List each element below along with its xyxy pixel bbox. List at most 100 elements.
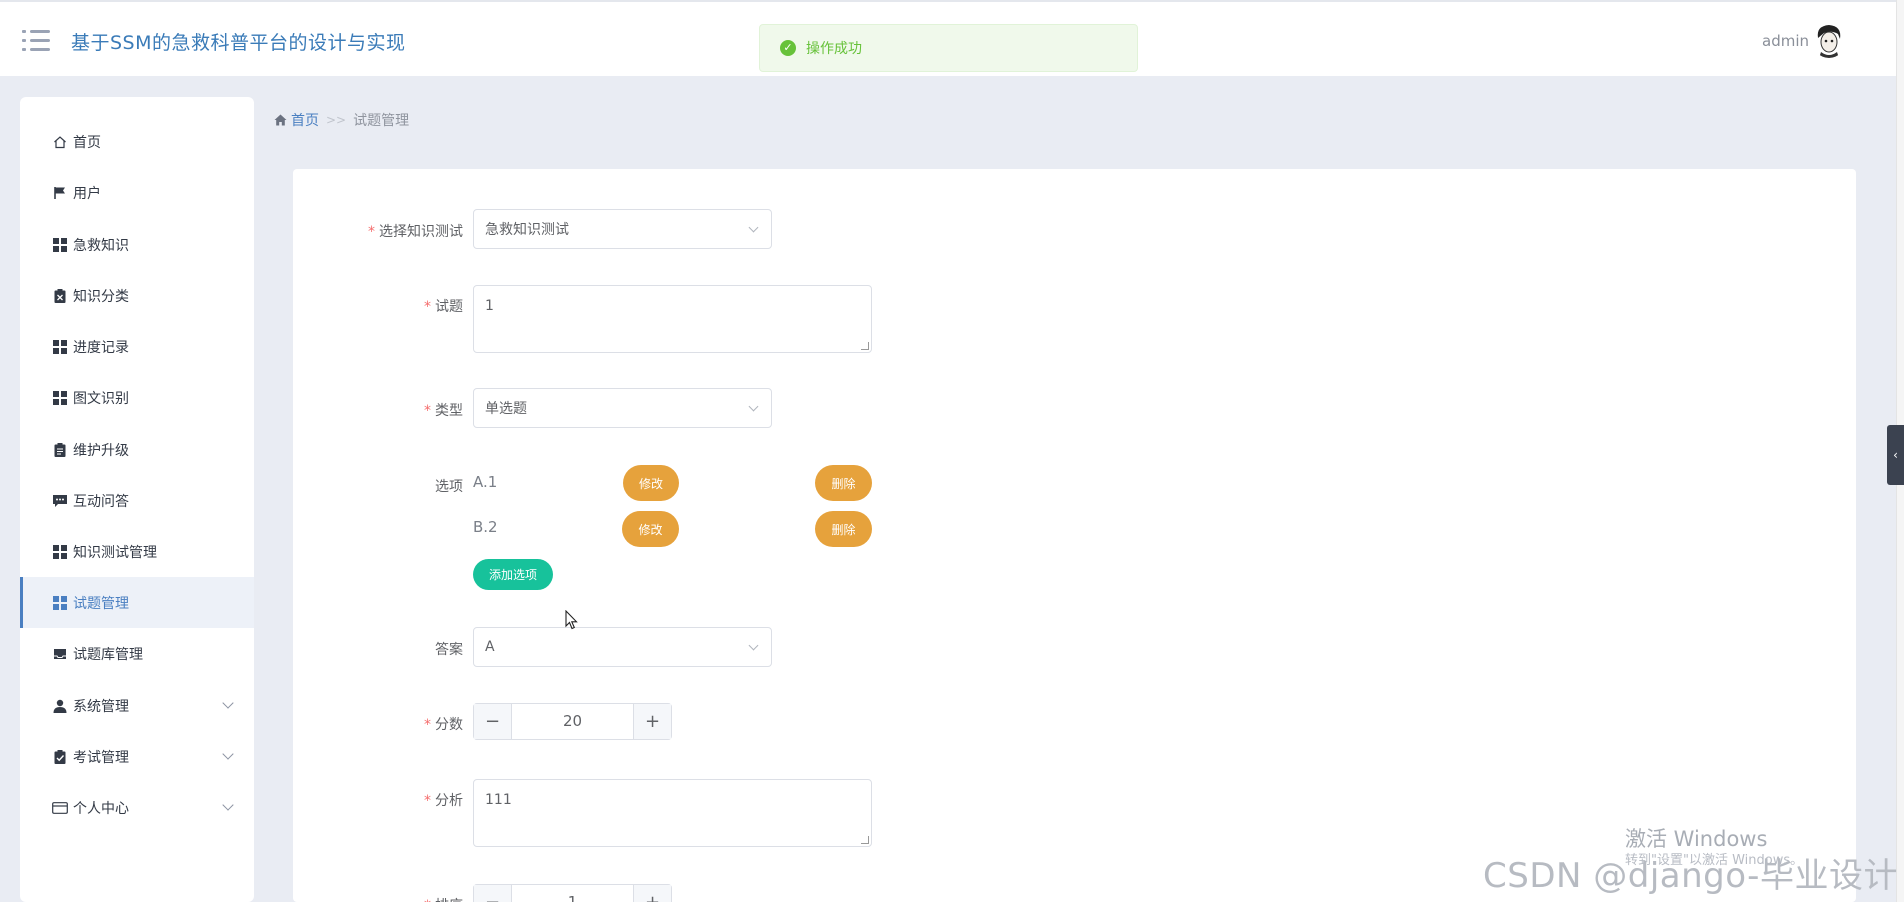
menu-toggle-icon[interactable] (22, 30, 50, 52)
plus-icon[interactable]: + (633, 704, 671, 739)
test-select-value: 急救知识测试 (485, 222, 569, 238)
delete-option-button[interactable]: 删除 (815, 465, 872, 501)
sidebar: 首页 用户 急救知识 知识分类 进度记录 图文识别 维护升级 互动问答 知识测试… (20, 97, 254, 902)
sidebar-item-label: 首页 (73, 134, 101, 151)
avatar[interactable] (1812, 22, 1846, 58)
toast-message: 操作成功 (806, 41, 862, 57)
chevron-down-icon (222, 697, 234, 709)
sidebar-item-label: 维护升级 (73, 442, 129, 459)
home-icon (52, 134, 68, 150)
sidebar-item-label: 试题库管理 (73, 646, 143, 663)
sort-label: *排序 (293, 895, 463, 902)
sidebar-item-knowledge-test[interactable]: 知识测试管理 (20, 526, 254, 577)
sidebar-item-question-management[interactable]: 试题管理 (20, 577, 254, 628)
breadcrumb-home[interactable]: 首页 (274, 110, 319, 130)
sidebar-item-label: 互动问答 (73, 493, 129, 510)
edit-option-button[interactable]: 修改 (622, 511, 679, 547)
sidebar-item-maintenance[interactable]: 维护升级 (20, 424, 254, 475)
analysis-label: * 分析 (424, 793, 463, 809)
sidebar-item-label: 考试管理 (73, 749, 129, 766)
sidebar-item-label: 知识测试管理 (73, 544, 157, 561)
score-label: * 分数 (424, 717, 463, 733)
breadcrumb-separator: >> (326, 113, 347, 127)
question-textarea[interactable]: 1 (473, 285, 872, 353)
options-label: 选项 (435, 479, 463, 495)
inbox-icon (52, 646, 68, 662)
sidebar-item-home[interactable]: 首页 (20, 116, 254, 167)
resize-handle[interactable] (861, 836, 869, 844)
check-circle-icon: ✓ (780, 40, 796, 56)
chevron-down-icon (748, 640, 759, 651)
sidebar-item-question-bank[interactable]: 试题库管理 (20, 628, 254, 679)
app-title: 基于SSM的急救科普平台的设计与实现 (71, 32, 406, 54)
test-select-label: * 选择知识测试 (368, 224, 463, 240)
analysis-textarea[interactable]: 111 (473, 779, 872, 847)
question-label: * 试题 (424, 299, 463, 315)
minus-icon[interactable]: − (474, 885, 512, 902)
grid-icon (52, 544, 68, 560)
answer-label: 答案 (435, 642, 463, 658)
card-icon (52, 800, 68, 816)
sidebar-item-image-recognition[interactable]: 图文识别 (20, 372, 254, 423)
minus-icon[interactable]: − (474, 704, 512, 739)
csdn-watermark: CSDN @django-毕业设计 (1483, 856, 1898, 896)
sidebar-item-label: 急救知识 (73, 237, 129, 254)
flag-icon (52, 185, 68, 201)
top-header: 基于SSM的急救科普平台的设计与实现 ✓ 操作成功 admin (0, 0, 1904, 76)
sidebar-item-label: 图文识别 (73, 390, 129, 407)
sidebar-item-users[interactable]: 用户 (20, 167, 254, 218)
breadcrumb: 首页 >> 试题管理 (274, 110, 409, 130)
add-option-button[interactable]: 添加选项 (473, 559, 553, 590)
test-select[interactable]: 急救知识测试 (473, 209, 772, 249)
sidebar-item-progress-record[interactable]: 进度记录 (20, 321, 254, 372)
sidebar-item-label: 进度记录 (73, 339, 129, 356)
chevron-down-icon (748, 401, 759, 412)
home-icon (274, 114, 287, 126)
success-toast: ✓ 操作成功 (759, 24, 1138, 72)
grid-icon (52, 339, 68, 355)
sidebar-item-label: 个人中心 (73, 800, 129, 817)
sort-stepper[interactable]: − 1 + (473, 884, 672, 902)
form-card: * 选择知识测试 急救知识测试 * 试题 1 * 类型 单选题 选项 A.1 修改 删… (293, 169, 1856, 902)
clipboard-icon (52, 442, 68, 458)
clipboard-x-icon (52, 288, 68, 304)
sidebar-item-system-management[interactable]: 系统管理 (20, 680, 254, 731)
type-select-value: 单选题 (485, 401, 527, 417)
user-icon (52, 698, 68, 714)
sort-value[interactable]: 1 (512, 885, 633, 902)
type-label: * 类型 (424, 403, 463, 419)
user-name[interactable]: admin (1762, 32, 1809, 50)
plus-icon[interactable]: + (633, 885, 671, 902)
sidebar-item-label: 用户 (73, 185, 101, 202)
clipboard-check-icon (52, 749, 68, 765)
sidebar-item-exam-management[interactable]: 考试管理 (20, 731, 254, 782)
score-value[interactable]: 20 (512, 704, 633, 739)
resize-handle[interactable] (861, 342, 869, 350)
option-text: A.1 (473, 473, 498, 491)
sidebar-item-label: 试题管理 (73, 595, 129, 612)
sidebar-item-label: 系统管理 (73, 698, 129, 715)
grid-icon (52, 390, 68, 406)
breadcrumb-current: 试题管理 (353, 113, 410, 129)
side-drawer-toggle[interactable]: ‹ (1887, 425, 1904, 485)
edit-option-button[interactable]: 修改 (623, 465, 679, 501)
mouse-cursor-icon (565, 609, 579, 634)
question-value: 1 (485, 298, 494, 314)
analysis-value: 111 (485, 792, 512, 808)
chat-icon (52, 493, 68, 509)
grid-icon (52, 595, 68, 611)
sidebar-item-label: 知识分类 (73, 288, 129, 305)
grid-icon (52, 237, 68, 253)
sidebar-item-knowledge-category[interactable]: 知识分类 (20, 270, 254, 321)
delete-option-button[interactable]: 删除 (815, 511, 872, 547)
answer-select[interactable]: A (473, 627, 772, 667)
breadcrumb-home-label: 首页 (291, 113, 319, 129)
score-stepper[interactable]: − 20 + (473, 703, 672, 740)
answer-select-value: A (485, 639, 495, 655)
option-text: B.2 (473, 518, 498, 536)
sidebar-item-qa[interactable]: 互动问答 (20, 475, 254, 526)
sidebar-item-personal-center[interactable]: 个人中心 (20, 782, 254, 833)
chevron-down-icon (222, 748, 234, 760)
type-select[interactable]: 单选题 (473, 388, 772, 428)
sidebar-item-first-aid-knowledge[interactable]: 急救知识 (20, 219, 254, 270)
